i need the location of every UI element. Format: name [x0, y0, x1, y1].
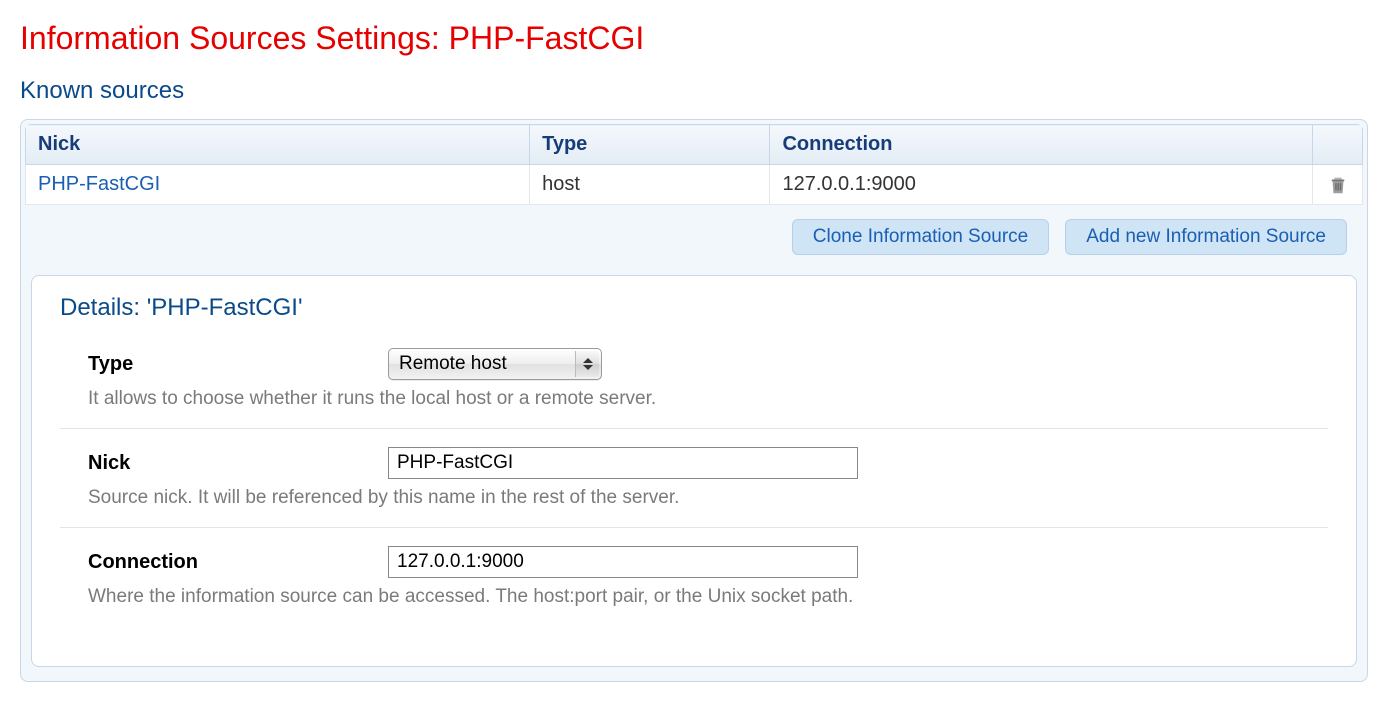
col-nick[interactable]: Nick — [26, 125, 530, 165]
select-chevrons-icon — [575, 351, 599, 377]
page-title: Information Sources Settings: PHP-FastCG… — [20, 20, 1368, 57]
source-type-cell: host — [530, 165, 770, 205]
type-select[interactable]: Remote host — [388, 348, 602, 380]
type-select-value: Remote host — [399, 353, 507, 375]
delete-icon[interactable] — [1325, 174, 1350, 196]
nick-help: Source nick. It will be referenced by th… — [60, 481, 1328, 528]
sources-table: Nick Type Connection PHP-FastCGI host 12… — [25, 124, 1363, 205]
connection-help: Where the information source can be acce… — [60, 580, 1328, 626]
nick-label: Nick — [88, 452, 388, 475]
add-source-button[interactable]: Add new Information Source — [1065, 219, 1347, 255]
col-type[interactable]: Type — [530, 125, 770, 165]
action-button-row: Clone Information Source Add new Informa… — [25, 205, 1363, 269]
table-row[interactable]: PHP-FastCGI host 127.0.0.1:9000 — [26, 165, 1363, 205]
col-actions — [1313, 125, 1363, 165]
type-label: Type — [88, 353, 388, 376]
source-nick-link[interactable]: PHP-FastCGI — [38, 173, 160, 195]
details-heading: Details: 'PHP-FastCGI' — [60, 294, 1328, 322]
details-panel: Details: 'PHP-FastCGI' Type Remote host … — [31, 275, 1357, 667]
col-connection[interactable]: Connection — [770, 125, 1313, 165]
known-sources-panel: Nick Type Connection PHP-FastCGI host 12… — [20, 119, 1368, 682]
clone-source-button[interactable]: Clone Information Source — [792, 219, 1049, 255]
connection-input[interactable] — [388, 546, 858, 578]
nick-input[interactable] — [388, 447, 858, 479]
type-help: It allows to choose whether it runs the … — [60, 382, 1328, 429]
known-sources-heading: Known sources — [20, 77, 1368, 105]
connection-label: Connection — [88, 551, 388, 574]
source-connection-cell: 127.0.0.1:9000 — [770, 165, 1313, 205]
